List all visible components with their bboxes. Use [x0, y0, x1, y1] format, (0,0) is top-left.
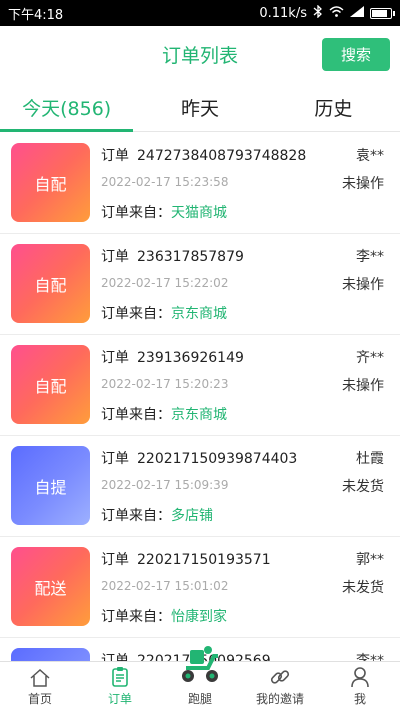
- order-type-badge: 自配: [11, 143, 90, 222]
- order-number: 220217150193571: [137, 552, 271, 568]
- nav-errand[interactable]: 跑腿: [160, 646, 240, 711]
- page-header: 订单列表 搜索: [0, 26, 400, 82]
- order-number: 2472738408793748828: [137, 148, 307, 164]
- nav-me[interactable]: 我: [320, 662, 400, 711]
- bluetooth-icon: [313, 3, 323, 22]
- order-source-label: 订单来自：: [101, 306, 171, 322]
- order-prefix: 订单: [101, 653, 129, 661]
- order-source: 订单来自：京东商城: [101, 404, 227, 424]
- order-source-label: 订单来自：: [101, 205, 171, 221]
- order-prefix: 订单: [101, 451, 129, 467]
- order-row[interactable]: 配送 订单 220217150193571 郭** 2022-02-17 15:01:0…: [0, 537, 400, 638]
- order-row[interactable]: 自配 订单 236317857879 李** 2022-02-17 15:22:02 未操…: [0, 234, 400, 335]
- nav-errand-label: 跑腿: [187, 692, 212, 706]
- order-source: 订单来自：天猫商城: [101, 202, 227, 222]
- customer-name: 齐**: [356, 350, 384, 366]
- tab-yesterday[interactable]: 昨天: [133, 84, 266, 131]
- bottom-nav: 首页 订单 跑腿 我的邀请 我: [0, 646, 400, 711]
- customer-name: 袁**: [356, 148, 384, 164]
- status-time: 下午4:18: [8, 7, 64, 23]
- search-button[interactable]: 搜索: [322, 38, 390, 71]
- order-number: 220217150939874403: [137, 451, 298, 467]
- order-prefix: 订单: [101, 249, 129, 265]
- order-time: 2022-02-17 15:01:02: [101, 579, 229, 593]
- order-time: 2022-02-17 15:22:02: [101, 276, 229, 290]
- order-type-badge: 自提: [11, 446, 90, 525]
- nav-invites[interactable]: 我的邀请: [240, 662, 320, 711]
- order-number-line: 订单 220217150193571: [101, 549, 271, 569]
- order-shop: 天猫商城: [171, 205, 227, 221]
- status-bar: 下午4:18 0.11k/s: [0, 0, 400, 26]
- status-right: 0.11k/s: [259, 3, 395, 22]
- home-icon: [30, 668, 50, 687]
- nav-orders-label: 订单: [107, 692, 132, 706]
- order-status: 未发货: [342, 479, 384, 495]
- order-shop: 京东商城: [171, 407, 227, 423]
- order-time: 2022-02-17 15:20:23: [101, 377, 229, 391]
- person-icon: [351, 667, 369, 688]
- nav-invites-label: 我的邀请: [255, 692, 304, 706]
- order-type-badge: [11, 648, 90, 661]
- scooter-icon: [182, 646, 218, 682]
- order-type-badge: 自配: [11, 345, 90, 424]
- nav-home-label: 首页: [27, 692, 52, 706]
- order-type-badge: 自配: [11, 244, 90, 323]
- order-source: 订单来自：多店铺: [101, 505, 213, 525]
- order-source: 订单来自：京东商城: [101, 303, 227, 323]
- nav-me-label: 我: [353, 692, 366, 706]
- customer-name: 郭**: [356, 552, 384, 568]
- order-time: 2022-02-17 15:09:39: [101, 478, 229, 492]
- clipboard-icon: [112, 667, 128, 687]
- order-prefix: 订单: [101, 148, 129, 164]
- order-number-line: 订单 236317857879: [101, 246, 244, 266]
- nav-home[interactable]: 首页: [0, 662, 80, 711]
- order-prefix: 订单: [101, 552, 129, 568]
- signal-icon: [350, 5, 364, 21]
- order-number-line: 订单 2472738408793748828: [101, 145, 306, 165]
- wifi-icon: [329, 5, 344, 21]
- customer-name: 李**: [356, 653, 384, 661]
- order-status: 未操作: [342, 176, 384, 192]
- order-source-label: 订单来自：: [101, 508, 171, 524]
- customer-name: 李**: [356, 249, 384, 265]
- order-status: 未操作: [342, 277, 384, 293]
- order-time: 2022-02-17 15:23:58: [101, 175, 229, 189]
- nav-orders[interactable]: 订单: [80, 662, 160, 711]
- order-shop: 京东商城: [171, 306, 227, 322]
- date-tabs: 今天(856) 昨天 历史: [0, 84, 400, 132]
- order-row[interactable]: 自配 订单 239136926149 齐** 2022-02-17 15:20:23 未操…: [0, 335, 400, 436]
- order-row[interactable]: 自配 订单 2472738408793748828 袁** 2022-02-17 15:…: [0, 133, 400, 234]
- order-row[interactable]: 自提 订单 220217150939874403 杜霞 2022-02-17 15:09…: [0, 436, 400, 537]
- order-source-label: 订单来自：: [101, 609, 171, 625]
- order-number: 239136926149: [137, 350, 244, 366]
- order-shop: 多店铺: [171, 508, 213, 524]
- network-speed: 0.11k/s: [259, 5, 307, 21]
- page-title: 订单列表: [161, 44, 238, 67]
- link-icon: [270, 670, 290, 684]
- order-status: 未操作: [342, 378, 384, 394]
- tab-history[interactable]: 历史: [267, 84, 400, 131]
- order-prefix: 订单: [101, 350, 129, 366]
- order-list[interactable]: 自配 订单 2472738408793748828 袁** 2022-02-17 15:…: [0, 133, 400, 661]
- order-status: 未发货: [342, 580, 384, 596]
- order-shop: 怡康到家: [171, 609, 227, 625]
- order-number-line: 订单 220217150939874403: [101, 448, 297, 468]
- battery-icon: [370, 7, 395, 19]
- order-type-badge: 配送: [11, 547, 90, 626]
- order-source-label: 订单来自：: [101, 407, 171, 423]
- order-source: 订单来自：怡康到家: [101, 606, 227, 626]
- tab-today[interactable]: 今天(856): [0, 84, 134, 132]
- order-number-line: 订单 239136926149: [101, 347, 244, 367]
- customer-name: 杜霞: [356, 451, 384, 467]
- order-number: 236317857879: [137, 249, 244, 265]
